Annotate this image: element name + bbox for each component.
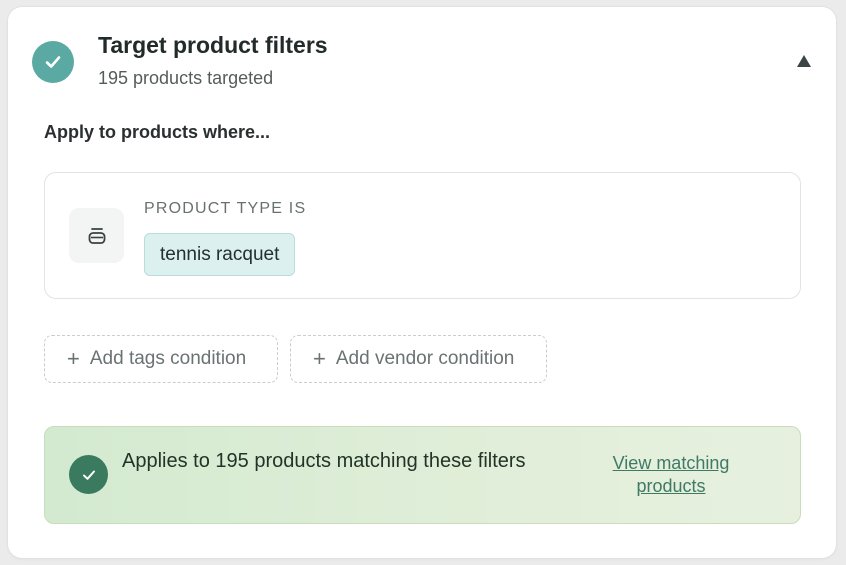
product-type-condition[interactable]: PRODUCT TYPE IS tennis racquet xyxy=(44,172,801,299)
add-vendor-label: Add vendor condition xyxy=(335,348,515,369)
add-vendor-condition-button[interactable]: + Add vendor condition xyxy=(290,335,547,383)
check-icon xyxy=(32,41,74,83)
products-targeted-count: 195 products targeted xyxy=(98,68,274,88)
check-icon xyxy=(69,455,108,494)
card-title: Target product filters xyxy=(98,32,328,58)
plus-icon: + xyxy=(313,346,326,371)
condition-value-chip[interactable]: tennis racquet xyxy=(144,233,296,276)
plus-icon: + xyxy=(67,346,80,371)
triangle-up-icon[interactable] xyxy=(794,51,814,71)
product-type-icon xyxy=(69,208,124,263)
add-tags-condition-button[interactable]: + Add tags condition xyxy=(44,335,278,383)
add-tags-label: Add tags condition xyxy=(89,348,247,369)
target-product-filters-card: Target product filters 195 products targ… xyxy=(8,7,836,558)
condition-label: PRODUCT TYPE IS xyxy=(144,200,307,217)
matching-products-banner: Applies to 195 products matching these f… xyxy=(44,426,801,524)
section-label: Apply to products where... xyxy=(44,122,271,142)
view-matching-products-link[interactable]: View matching products xyxy=(605,452,737,498)
banner-message: Applies to 195 products matching these f… xyxy=(122,450,526,472)
